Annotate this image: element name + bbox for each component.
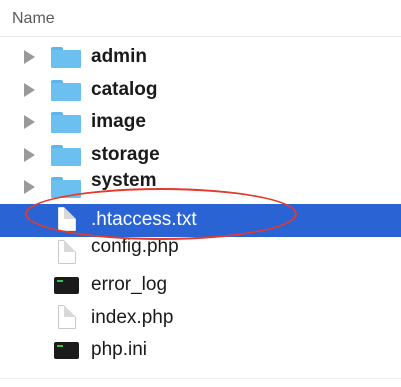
terminal-file-icon [54,342,79,360]
file-row-error-log[interactable]: error_log [0,269,401,302]
terminal-file-icon [54,277,79,295]
file-name: storage [91,143,160,165]
file-name: index.php [91,306,174,328]
name-column-label: Name [12,10,55,27]
document-icon [58,239,76,264]
disclosure-triangle-icon[interactable] [24,82,35,97]
folder-icon [51,79,81,101]
file-name: catalog [91,78,158,100]
disclosure-triangle-icon[interactable] [24,147,35,162]
column-header[interactable]: Name [0,0,401,37]
file-name: error_log [91,274,168,296]
file-row-storage[interactable]: storage [0,139,401,172]
file-name: admin [91,46,147,67]
file-name: php.ini [91,339,147,361]
file-row-admin[interactable]: admin [0,41,401,74]
folder-icon [51,112,81,134]
file-name: image [91,111,146,133]
disclosure-triangle-icon[interactable] [24,180,35,195]
red-annotation-ellipse [25,188,297,240]
file-row-image[interactable]: image [0,106,401,139]
document-icon [58,304,76,329]
divider [0,378,401,379]
folder-icon [51,47,81,68]
file-row-catalog[interactable]: catalog [0,74,401,107]
disclosure-triangle-icon[interactable] [24,115,35,130]
file-row-config-php[interactable]: config.php [0,236,401,270]
folder-icon [51,144,81,166]
disclosure-triangle-icon[interactable] [24,50,35,64]
file-row-index-php[interactable]: index.php [0,302,401,335]
file-row-php-ini[interactable]: php.ini [0,334,401,367]
